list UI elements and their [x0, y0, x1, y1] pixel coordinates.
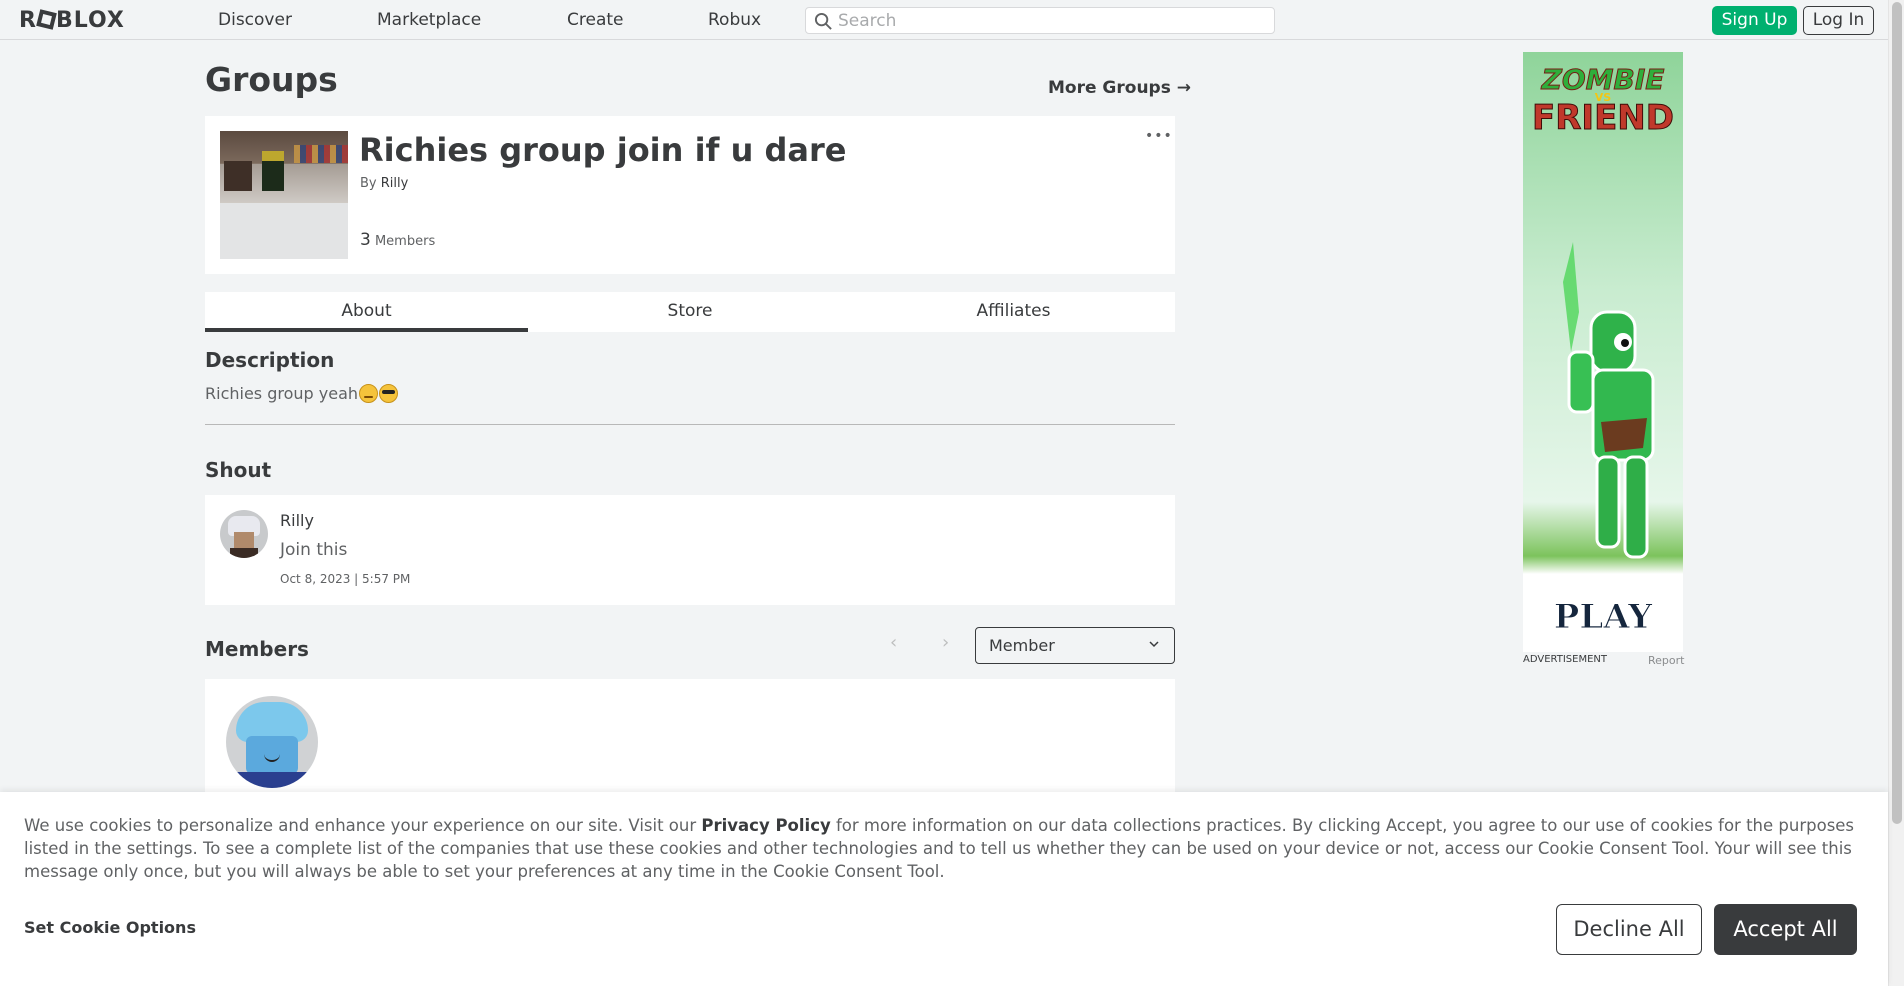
decline-all-button[interactable]: Decline All — [1556, 904, 1702, 955]
zombie-character-image — [1563, 242, 1655, 559]
nav-robux[interactable]: Robux — [708, 10, 761, 30]
sign-up-button[interactable]: Sign Up — [1712, 6, 1797, 35]
role-dropdown[interactable]: Member — [975, 627, 1175, 664]
accept-all-button[interactable]: Accept All — [1714, 904, 1857, 955]
shout-author-avatar[interactable] — [220, 510, 268, 558]
tab-affiliates[interactable]: Affiliates — [852, 292, 1175, 332]
cookie-message-start: We use cookies to personalize and enhanc… — [24, 816, 702, 835]
member-avatar[interactable] — [226, 696, 318, 788]
group-owner-link[interactable]: Rilly — [381, 176, 409, 191]
group-tabs: About Store Affiliates — [205, 292, 1175, 332]
search-icon — [814, 12, 832, 30]
scrollbar-thumb[interactable] — [1892, 2, 1902, 824]
ad-title-line-1: ZOMBIE — [1541, 63, 1665, 96]
members-heading: Members — [205, 637, 309, 661]
members-card — [205, 679, 1175, 799]
group-emblem — [220, 131, 348, 259]
page-title: Groups — [205, 60, 338, 99]
group-owner-line: By Rilly — [360, 176, 408, 191]
group-member-count: 3 Members — [360, 230, 435, 250]
shout-message: Join this — [280, 540, 348, 560]
cookie-message: We use cookies to personalize and enhanc… — [24, 814, 1864, 883]
page-scrollbar[interactable] — [1888, 0, 1904, 986]
tab-about[interactable]: About — [205, 292, 528, 332]
log-in-button[interactable]: Log In — [1803, 6, 1874, 35]
chevron-down-icon — [1149, 641, 1159, 648]
search-input[interactable] — [838, 8, 1258, 33]
nav-discover[interactable]: Discover — [218, 10, 292, 30]
top-navigation-bar: R BLOX Discover Marketplace Create Robux … — [0, 0, 1888, 40]
ad-title-line-2: FRIEND — [1532, 98, 1675, 138]
member-count-label: Members — [374, 234, 436, 249]
description-body: Richies group yeah — [205, 384, 359, 403]
nav-marketplace[interactable]: Marketplace — [377, 10, 481, 30]
ad-play-cta: PLAY — [1553, 597, 1653, 638]
ellipsis-icon[interactable]: ••• — [1145, 128, 1173, 144]
shout-heading: Shout — [205, 458, 272, 482]
ad-title: ZOMBIE VS FRIEND — [1523, 63, 1683, 138]
privacy-policy-link[interactable]: Privacy Policy — [701, 816, 830, 835]
shout-card: Rilly Join this Oct 8, 2023 | 5:57 PM — [205, 495, 1175, 605]
member-count-value: 3 — [360, 230, 371, 250]
nav-create[interactable]: Create — [567, 10, 624, 30]
tab-store[interactable]: Store — [528, 292, 852, 332]
group-name: Richies group join if u dare — [359, 131, 847, 169]
more-groups-link[interactable]: More Groups → — [1048, 78, 1191, 98]
role-dropdown-value: Member — [989, 636, 1055, 655]
advertisement-banner[interactable]: ZOMBIE VS FRIEND PLAY — [1523, 52, 1683, 652]
shout-date: Oct 8, 2023 | 5:57 PM — [280, 572, 411, 586]
smirk-emoji-icon — [359, 384, 379, 403]
ad-report-link[interactable]: Report — [1648, 654, 1684, 667]
shout-author-name[interactable]: Rilly — [280, 511, 314, 530]
by-label: By — [360, 176, 377, 191]
description-heading: Description — [205, 348, 335, 372]
description-text: Richies group yeah — [205, 384, 399, 403]
set-cookie-options-link[interactable]: Set Cookie Options — [24, 918, 196, 937]
group-header-card: Richies group join if u dare By Rilly 3 … — [205, 116, 1175, 274]
sunglasses-emoji-icon — [379, 384, 399, 403]
chevron-right-icon[interactable]: › — [942, 632, 949, 653]
advertisement-label: ADVERTISEMENT — [1523, 654, 1608, 665]
cookie-consent-banner: We use cookies to personalize and enhanc… — [0, 792, 1888, 986]
section-divider — [205, 424, 1175, 425]
roblox-logo[interactable]: R BLOX — [19, 8, 125, 33]
search-box[interactable] — [805, 7, 1275, 34]
chevron-left-icon[interactable]: ‹ — [890, 632, 897, 653]
